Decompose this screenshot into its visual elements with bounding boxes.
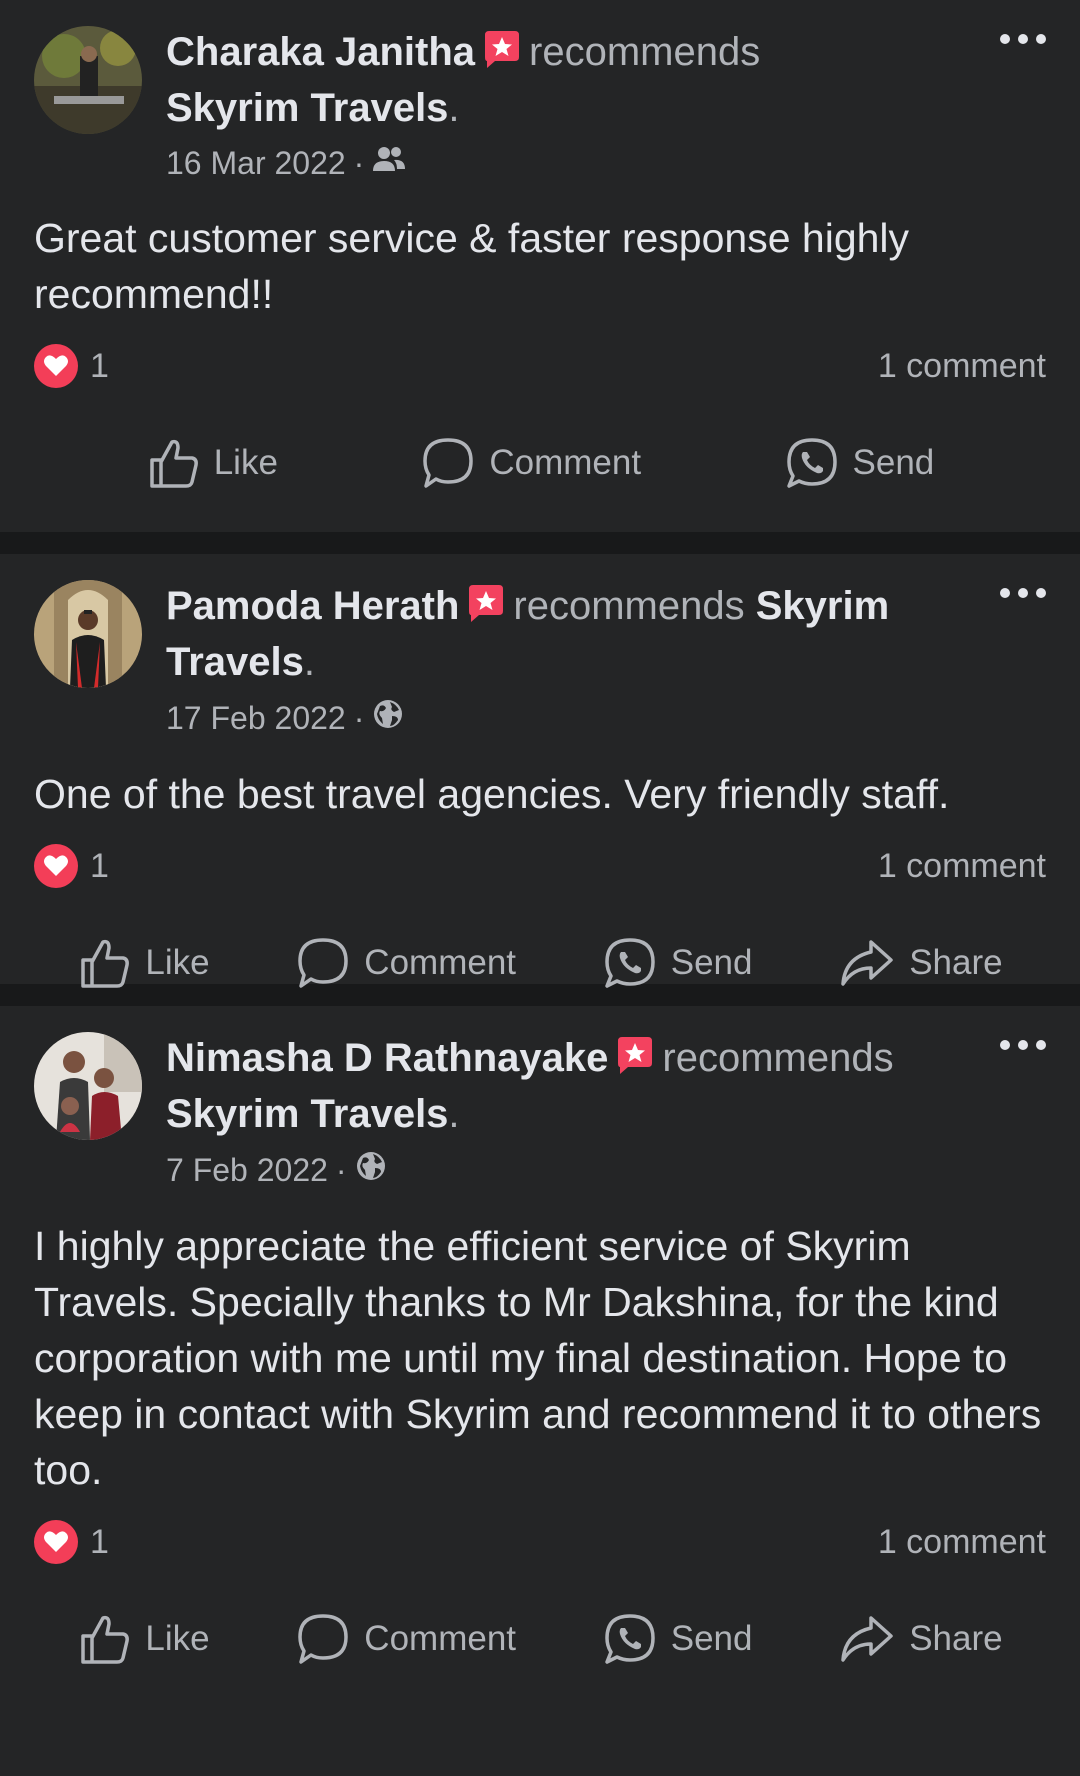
separator: ·: [353, 699, 365, 736]
post-header: Charaka Janitha recommends Skyrim Travel…: [34, 26, 1046, 182]
post-text: I highly appreciate the efficient servic…: [34, 1223, 1042, 1493]
avatar[interactable]: [34, 580, 142, 688]
share-label: Share: [909, 1619, 1003, 1658]
post-stats: 1 1 comment: [34, 1520, 1046, 1564]
send-label: Send: [670, 943, 753, 982]
share-button[interactable]: Share: [839, 1612, 1003, 1666]
reaction-count: 1: [90, 1522, 109, 1561]
share-label: Share: [909, 943, 1003, 982]
comment-label: Comment: [364, 943, 517, 982]
reaction-count: 1: [90, 346, 109, 385]
like-icon: [146, 436, 200, 490]
comment-label: Comment: [489, 443, 642, 482]
post-date[interactable]: 17 Feb 2022: [166, 700, 346, 737]
more-options-icon[interactable]: [1000, 34, 1046, 44]
comment-count[interactable]: 1 comment: [878, 1523, 1046, 1562]
post-stats: 1 1 comment: [34, 344, 1046, 388]
like-label: Like: [213, 443, 278, 482]
reactions[interactable]: 1: [34, 844, 109, 888]
whatsapp-icon: [603, 936, 657, 990]
post-date[interactable]: 7 Feb 2022: [166, 1152, 328, 1189]
post-date[interactable]: 16 Mar 2022: [166, 145, 346, 182]
post-text: Great customer service & faster response…: [34, 215, 910, 317]
heart-reaction-icon: [34, 1520, 78, 1564]
share-icon: [839, 1612, 895, 1666]
like-label: Like: [145, 943, 210, 982]
like-button[interactable]: Like: [146, 436, 278, 490]
heart-reaction-icon: [34, 844, 78, 888]
author-name[interactable]: Nimasha D Rathnayake: [166, 1036, 608, 1080]
post-stats: 1 1 comment: [34, 844, 1046, 888]
review-post: Nimasha D Rathnayake recommends Skyrim T…: [0, 1006, 1080, 1776]
review-post: Pamoda Herath recommends Skyrim Travels.…: [0, 554, 1080, 988]
share-icon: [839, 936, 895, 990]
comment-button[interactable]: Comment: [296, 936, 516, 990]
comment-button[interactable]: Comment: [296, 1612, 516, 1666]
page-name[interactable]: Skyrim Travels: [166, 86, 448, 130]
reaction-count: 1: [90, 846, 109, 885]
post-meta: 17 Feb 2022 ·: [166, 698, 966, 738]
whatsapp-icon: [785, 436, 839, 490]
send-label: Send: [670, 1619, 753, 1658]
send-label: Send: [852, 443, 935, 482]
post-header: Nimasha D Rathnayake recommends Skyrim T…: [34, 1032, 1046, 1190]
comment-icon: [421, 436, 475, 490]
review-post: Charaka Janitha recommends Skyrim Travel…: [0, 0, 1080, 532]
recommend-icon: [465, 583, 505, 636]
recommends-text: recommends: [513, 584, 745, 628]
reactions[interactable]: 1: [34, 344, 109, 388]
like-button[interactable]: Like: [77, 1612, 210, 1666]
period: .: [448, 86, 460, 130]
post-header: Pamoda Herath recommends Skyrim Travels.…: [34, 580, 1046, 738]
period: .: [303, 640, 316, 684]
send-button[interactable]: Send: [785, 436, 935, 490]
like-label: Like: [145, 1619, 210, 1658]
whatsapp-icon: [603, 1612, 657, 1666]
friends-icon: [372, 144, 406, 182]
recommends-text: recommends: [529, 30, 761, 74]
share-button[interactable]: Share: [839, 936, 1003, 990]
author-name[interactable]: Pamoda Herath: [166, 584, 459, 628]
post-actions: Like Comment Send: [34, 388, 1046, 538]
heart-reaction-icon: [34, 344, 78, 388]
send-button[interactable]: Send: [603, 936, 753, 990]
recommend-icon: [614, 1035, 654, 1088]
like-icon: [77, 1612, 131, 1666]
avatar[interactable]: [34, 1032, 142, 1140]
comment-count[interactable]: 1 comment: [878, 347, 1046, 386]
post-actions: Like Comment Send Share: [34, 1564, 1046, 1714]
recommend-icon: [481, 29, 521, 82]
comment-icon: [296, 936, 350, 990]
separator: ·: [335, 1151, 347, 1188]
post-headline: Pamoda Herath recommends Skyrim Travels.: [166, 580, 966, 688]
send-button[interactable]: Send: [603, 1612, 753, 1666]
comment-label: Comment: [364, 1619, 517, 1658]
separator: ·: [353, 144, 365, 181]
period: .: [448, 1092, 460, 1136]
post-meta: 7 Feb 2022 ·: [166, 1150, 966, 1190]
globe-icon: [355, 1150, 387, 1190]
comment-icon: [296, 1612, 350, 1666]
post-meta: 16 Mar 2022 ·: [166, 144, 966, 182]
avatar[interactable]: [34, 26, 142, 134]
post-headline: Charaka Janitha recommends Skyrim Travel…: [166, 26, 966, 134]
recommends-text: recommends: [662, 1036, 894, 1080]
more-options-icon[interactable]: [1000, 1040, 1046, 1050]
comment-count[interactable]: 1 comment: [878, 847, 1046, 886]
reactions[interactable]: 1: [34, 1520, 109, 1564]
page-name[interactable]: Skyrim Travels: [166, 1092, 448, 1136]
globe-icon: [372, 698, 404, 738]
comment-button[interactable]: Comment: [421, 436, 641, 490]
post-headline: Nimasha D Rathnayake recommends Skyrim T…: [166, 1032, 966, 1140]
like-icon: [77, 936, 131, 990]
more-options-icon[interactable]: [1000, 588, 1046, 598]
like-button[interactable]: Like: [77, 936, 210, 990]
author-name[interactable]: Charaka Janitha: [166, 30, 475, 74]
post-text: One of the best travel agencies. Very fr…: [34, 771, 950, 817]
